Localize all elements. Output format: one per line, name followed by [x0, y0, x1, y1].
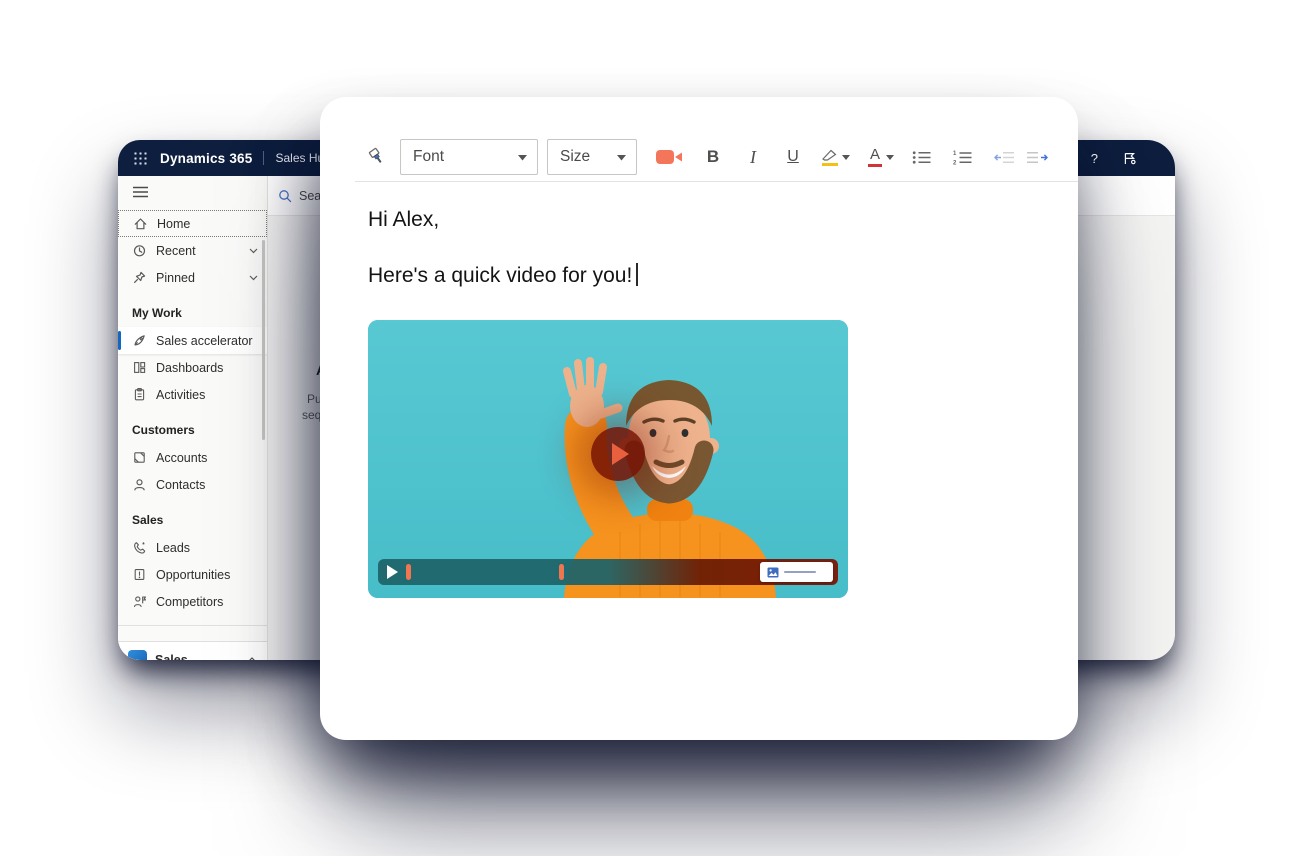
play-button[interactable]: [591, 427, 645, 481]
highlight-color-button[interactable]: [821, 148, 850, 166]
image-icon: [767, 567, 779, 578]
area-switcher[interactable]: Sales: [118, 641, 267, 660]
embedded-video-player[interactable]: [368, 320, 848, 598]
sidebar-item-label: Opportunities: [156, 568, 230, 582]
accounts-icon: [132, 450, 147, 465]
rocket-icon: [132, 333, 147, 348]
sidebar-item-label: Pinned: [156, 271, 195, 285]
sidebar-item-contacts[interactable]: Contacts: [118, 471, 267, 498]
font-color-swatch: [868, 164, 882, 167]
font-family-dropdown[interactable]: Font: [400, 139, 538, 175]
italic-button[interactable]: I: [747, 147, 759, 168]
sidebar-item-recent[interactable]: Recent: [118, 237, 267, 264]
sidebar-item-sales-accelerator[interactable]: Sales accelerator: [118, 327, 267, 354]
format-painter-icon[interactable]: [366, 146, 388, 168]
sidebar-item-label: Leads: [156, 541, 190, 555]
search-icon: [277, 188, 292, 203]
sitemap-toggle-icon[interactable]: [133, 185, 148, 203]
sidebar-scrollbar[interactable]: [262, 240, 265, 440]
play-icon[interactable]: [387, 565, 398, 579]
font-color-letter: A: [870, 147, 880, 162]
sidebar-item-competitors[interactable]: Competitors: [118, 588, 267, 615]
email-message: Here's a quick video for you!: [368, 263, 1078, 288]
app-launcher-waffle-icon[interactable]: [133, 151, 147, 165]
insert-video-icon[interactable]: [655, 148, 683, 166]
sidebar-item-label: Contacts: [156, 478, 205, 492]
sitemap-sidebar: Home Recent: [118, 176, 268, 660]
chevron-down-icon: [249, 248, 258, 254]
rich-text-toolbar: Font Size B I U: [320, 133, 1078, 181]
highlight-swatch: [822, 163, 838, 166]
font-size-dropdown[interactable]: Size: [547, 139, 637, 175]
email-body-editor[interactable]: Hi Alex, Here's a quick video for you!: [320, 208, 1078, 598]
pin-icon: [132, 270, 147, 285]
announcements-icon[interactable]: [1122, 151, 1137, 166]
font-size-value: Size: [560, 148, 590, 166]
sidebar-item-opportunities[interactable]: Opportunities: [118, 561, 267, 588]
sidebar-item-label: Sales accelerator: [156, 334, 253, 348]
chevron-down-icon: [842, 155, 850, 160]
stage: Dynamics 365 Sales Hub ?: [0, 0, 1300, 856]
outdent-icon[interactable]: [994, 150, 1015, 165]
section-title-sales: Sales: [118, 498, 267, 534]
help-icon[interactable]: ?: [1091, 151, 1098, 166]
sidebar-item-dashboards[interactable]: Dashboards: [118, 354, 267, 381]
sidebar-item-leads[interactable]: Leads: [118, 534, 267, 561]
dashboard-icon: [132, 360, 147, 375]
area-label: Sales: [155, 653, 188, 661]
chevron-down-icon: [617, 148, 626, 166]
text-cursor: [636, 263, 638, 286]
indent-icon[interactable]: [1027, 150, 1048, 165]
video-progress-bar[interactable]: [378, 559, 838, 585]
sidebar-item-pinned[interactable]: Pinned: [118, 264, 267, 291]
timeline-marker: [559, 564, 564, 580]
chevron-down-icon: [249, 275, 258, 281]
underline-button[interactable]: U: [785, 148, 801, 166]
sidebar-item-label: Home: [157, 217, 190, 231]
sidebar-item-label: Accounts: [156, 451, 207, 465]
section-title-my-work: My Work: [118, 291, 267, 327]
email-composer-card: Font Size B I U: [320, 97, 1078, 740]
bullet-list-icon[interactable]: [912, 150, 931, 165]
person-flag-icon: [132, 594, 147, 609]
sidebar-item-accounts[interactable]: Accounts: [118, 444, 267, 471]
section-title-customers: Customers: [118, 408, 267, 444]
empty-state-text-fragment: seq: [302, 408, 321, 422]
font-family-value: Font: [413, 148, 444, 166]
topbar-actions: ?: [1091, 151, 1137, 166]
toolbar-divider: [355, 181, 1078, 182]
bold-button[interactable]: B: [705, 147, 721, 167]
home-icon: [133, 216, 148, 231]
brand-title[interactable]: Dynamics 365: [160, 151, 252, 166]
sidebar-item-label: Dashboards: [156, 361, 223, 375]
sidebar-item-label: Competitors: [156, 595, 223, 609]
sidebar-item-home[interactable]: Home: [118, 210, 267, 237]
sidebar-item-activities[interactable]: Activities: [118, 381, 267, 408]
thumbnail-caption-placeholder: [784, 571, 816, 573]
email-greeting: Hi Alex,: [368, 208, 1078, 232]
chevron-down-icon: [518, 148, 527, 166]
svg-text:2: 2: [953, 160, 957, 165]
chevron-down-icon: [886, 155, 894, 160]
font-color-button[interactable]: A: [868, 147, 894, 167]
phone-icon: [132, 540, 147, 555]
svg-text:1: 1: [953, 151, 957, 157]
person-icon: [132, 477, 147, 492]
area-icon: [128, 650, 147, 660]
numbered-list-icon[interactable]: 12: [953, 150, 972, 165]
sidebar-item-label: Activities: [156, 388, 205, 402]
sidebar-item-label: Recent: [156, 244, 196, 258]
document-exclaim-icon: [132, 567, 147, 582]
timeline-marker: [406, 564, 411, 580]
clipboard-icon: [132, 387, 147, 402]
chevron-up-icon: [247, 657, 257, 661]
topbar-divider: [263, 151, 264, 165]
thumbnail-chip[interactable]: [760, 562, 833, 582]
clock-icon: [132, 243, 147, 258]
